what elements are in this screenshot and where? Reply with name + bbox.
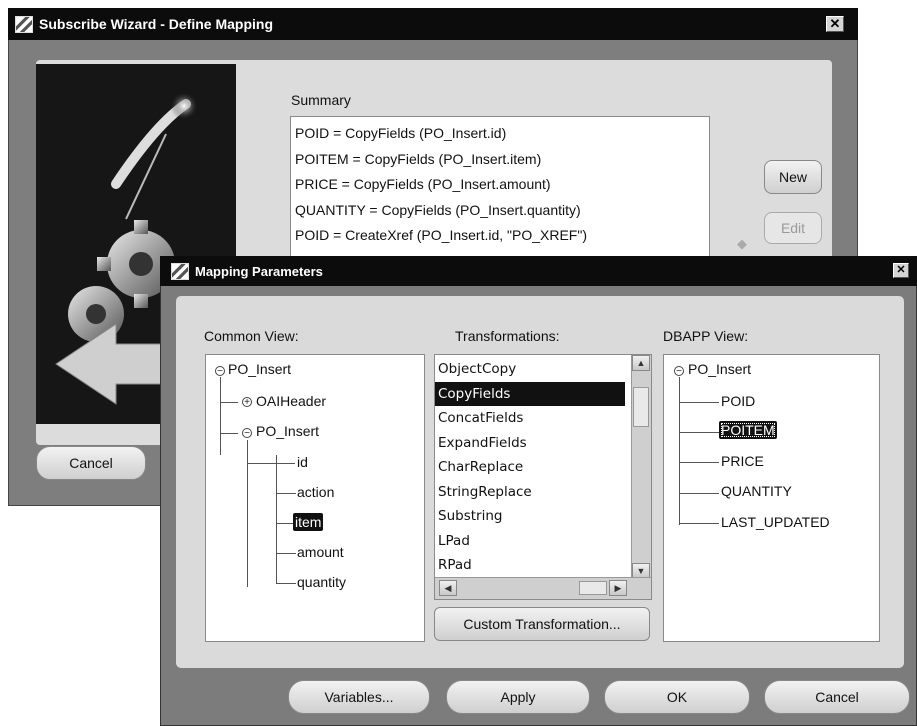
summary-list[interactable]: POID = CopyFields (PO_Insert.id) POITEM … [290, 116, 710, 266]
transformations-list[interactable]: ObjectCopy CopyFields ConcatFields Expan… [434, 354, 652, 600]
dbapp-node-field[interactable]: PRICE [721, 453, 764, 469]
transformations-label: Transformations: [455, 328, 560, 344]
common-view-label: Common View: [204, 328, 299, 344]
summary-line[interactable]: POID = CreateXref (PO_Insert.id, "PO_XRE… [295, 223, 705, 249]
transformation-item[interactable]: RPad [435, 553, 625, 578]
custom-transformation-button[interactable]: Custom Transformation... [434, 607, 650, 641]
dialog-close-button[interactable]: ✕ [893, 263, 909, 278]
scroll-thumb[interactable] [633, 387, 649, 427]
tree-node-field[interactable]: action [297, 484, 334, 500]
scroll-up-icon[interactable]: ▲ [632, 355, 650, 371]
dialog-title: Mapping Parameters [195, 263, 323, 279]
tree-node-field[interactable]: quantity [297, 574, 346, 590]
common-view-tree[interactable]: − PO_Insert + OAIHeader − PO_Insert id a… [205, 354, 425, 642]
scroll-right-icon[interactable]: ▶ [609, 580, 627, 596]
ok-button[interactable]: OK [604, 680, 750, 714]
edit-button[interactable]: Edit [764, 212, 822, 244]
dbapp-node-po-insert[interactable]: PO_Insert [688, 361, 751, 377]
summary-label: Summary [291, 92, 351, 108]
tree-node-field[interactable]: id [297, 454, 308, 470]
dbapp-node-field[interactable]: LAST_UPDATED [721, 514, 830, 530]
summary-line[interactable]: POITEM = CopyFields (PO_Insert.item) [295, 147, 705, 173]
dbapp-node-field[interactable]: POID [721, 393, 755, 409]
dbapp-view-label: DBAPP View: [663, 328, 749, 344]
transformation-item[interactable]: Substring [435, 504, 625, 529]
collapse-icon[interactable]: − [674, 366, 684, 377]
new-button[interactable]: New [764, 160, 822, 194]
dbapp-node-field-selected[interactable]: POITEM [719, 421, 777, 439]
transformation-item[interactable]: ExpandFields [435, 431, 625, 456]
variables-button[interactable]: Variables... [288, 680, 430, 714]
summary-line[interactable]: PRICE = CopyFields (PO_Insert.amount) [295, 172, 705, 198]
wizard-close-button[interactable]: ✕ [826, 16, 844, 32]
wizard-title: Subscribe Wizard - Define Mapping [39, 16, 274, 32]
cancel-button[interactable]: Cancel [764, 680, 910, 714]
dbapp-view-tree[interactable]: − PO_Insert POID POITEM PRICE QUANTITY L… [663, 354, 880, 642]
wizard-cancel-button[interactable]: Cancel [36, 446, 146, 480]
tree-node-po-insert-child[interactable]: PO_Insert [256, 423, 319, 439]
tree-node-field-selected[interactable]: item [293, 513, 324, 531]
transformation-item[interactable]: ConcatFields [435, 406, 625, 431]
collapse-icon[interactable]: − [215, 366, 225, 377]
transformation-item-selected[interactable]: CopyFields [435, 381, 625, 406]
move-up-icon[interactable]: ◆ [731, 236, 753, 254]
transformation-item[interactable]: LPad [435, 529, 625, 554]
scroll-left-icon[interactable]: ◀ [439, 580, 457, 596]
expand-icon[interactable]: + [242, 397, 252, 408]
h-scroll-thumb[interactable] [579, 581, 607, 595]
app-icon [170, 262, 190, 280]
horizontal-scrollbar[interactable]: ◀ ▶ [435, 577, 651, 599]
tree-node-oaiheader[interactable]: OAIHeader [256, 393, 326, 409]
summary-line[interactable]: POID = CopyFields (PO_Insert.id) [295, 121, 705, 147]
wizard-titlebar[interactable]: Subscribe Wizard - Define Mapping [8, 8, 858, 40]
dbapp-node-field[interactable]: QUANTITY [721, 483, 792, 499]
app-icon [14, 15, 34, 33]
transformation-item[interactable]: ObjectCopy [435, 357, 625, 382]
transformation-item[interactable]: StringReplace [435, 480, 625, 505]
tree-node-field[interactable]: amount [297, 544, 344, 560]
tree-node-po-insert-root[interactable]: PO_Insert [228, 361, 291, 377]
summary-line[interactable]: QUANTITY = CopyFields (PO_Insert.quantit… [295, 198, 705, 224]
transformation-item[interactable]: CharReplace [435, 455, 625, 480]
vertical-scrollbar[interactable]: ▲ ▼ [631, 355, 651, 579]
dialog-titlebar[interactable]: Mapping Parameters [160, 256, 917, 286]
apply-button[interactable]: Apply [446, 680, 590, 714]
collapse-icon[interactable]: − [242, 428, 252, 439]
